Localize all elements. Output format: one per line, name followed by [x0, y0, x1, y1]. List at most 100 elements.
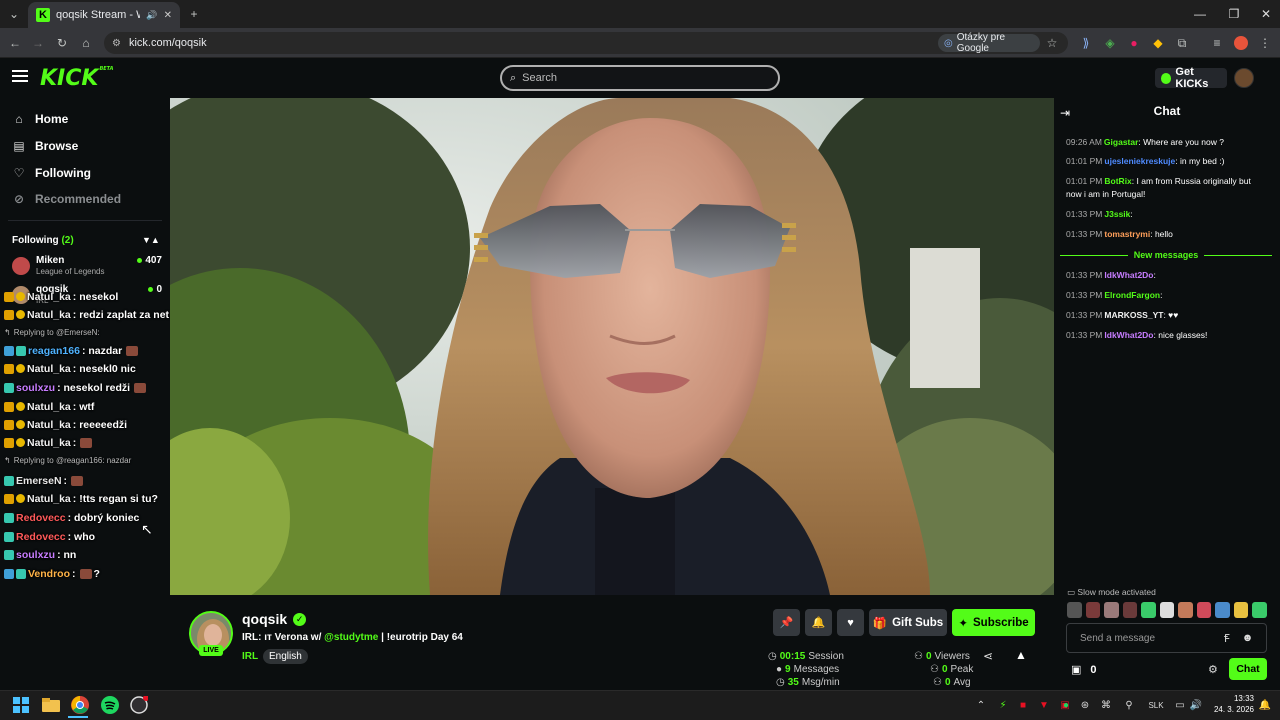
google-lens-pill[interactable]: ◎ Otázky pre Google: [938, 32, 1040, 54]
browser-tab-active[interactable]: K qoqsik Stream - Watch Live 🔊 ✕: [28, 2, 180, 28]
send-chat-button[interactable]: Chat: [1229, 658, 1267, 680]
overlay-chat-user[interactable]: soulxzu: [16, 382, 55, 394]
get-kicks-button[interactable]: Get KICKs: [1155, 66, 1227, 90]
overlay-chat-user[interactable]: Redovecc: [16, 512, 66, 524]
emote-slot[interactable]: [1141, 602, 1156, 618]
bookmark-star-icon[interactable]: ☆: [1043, 34, 1061, 52]
language-tag[interactable]: English: [263, 649, 308, 664]
overlay-chat-user[interactable]: Vendroo: [28, 568, 70, 580]
overlay-chat-user[interactable]: Natul_ka: [27, 437, 71, 449]
emote-slot[interactable]: [1085, 602, 1101, 618]
channel-miken[interactable]: Miken League of Legends 407: [12, 255, 162, 281]
tray-network-icon[interactable]: ▭: [1174, 695, 1186, 715]
stream-title-mention[interactable]: @studytme: [324, 632, 378, 643]
chat-username[interactable]: J3ssik: [1104, 209, 1130, 219]
chat-username[interactable]: tomastrymi: [1104, 229, 1150, 239]
tray-language[interactable]: SLK: [1145, 695, 1167, 715]
emoji-icon[interactable]: ☻: [1242, 632, 1254, 644]
hamburger-menu-icon[interactable]: [12, 70, 28, 82]
overlay-chat-user[interactable]: Natul_ka: [27, 309, 71, 321]
browser-menu-icon[interactable]: ⋮: [1256, 34, 1274, 52]
tray-volume-icon[interactable]: 🔊: [1190, 695, 1202, 715]
extension-icon-4[interactable]: ◆: [1149, 34, 1167, 52]
tray-kick-icon[interactable]: ⚡: [997, 695, 1009, 715]
follow-button[interactable]: ♥: [837, 609, 864, 636]
chat-username[interactable]: IdkWhat2Do: [1104, 270, 1153, 280]
minimize-button[interactable]: —: [1182, 0, 1218, 28]
tray-vpn-icon[interactable]: ▼: [1038, 695, 1050, 715]
overlay-chat-user[interactable]: reagan166: [28, 345, 80, 357]
profile-icon[interactable]: [1232, 34, 1250, 52]
chat-username[interactable]: ElrondFargon: [1104, 290, 1160, 300]
video-player[interactable]: [170, 98, 1054, 595]
chat-settings-icon[interactable]: ⚙: [1208, 663, 1218, 676]
emote-slot[interactable]: [1159, 602, 1175, 618]
search-bar[interactable]: ⌕: [500, 65, 780, 91]
extension-icon-3[interactable]: ●: [1125, 34, 1143, 52]
notification-bell-icon[interactable]: 🔔: [1258, 695, 1272, 715]
chat-username[interactable]: BotRix: [1104, 176, 1131, 186]
forward-icon[interactable]: →: [29, 34, 47, 52]
tab-close-icon[interactable]: ✕: [164, 10, 172, 21]
reading-list-icon[interactable]: ≡: [1208, 34, 1226, 52]
chat-username[interactable]: MARKOSS_YT: [1104, 310, 1163, 320]
emote-slot[interactable]: [1233, 602, 1249, 618]
search-input[interactable]: [522, 72, 753, 84]
share-icon[interactable]: ⋖: [983, 649, 993, 663]
report-icon[interactable]: ▲: [1015, 648, 1027, 662]
tab-search-icon[interactable]: ⌄: [5, 5, 23, 23]
chat-username[interactable]: Gigastar: [1104, 137, 1139, 147]
nav-following[interactable]: ♡ Following: [12, 163, 91, 183]
obs-icon[interactable]: [128, 694, 150, 716]
tray-mic-icon[interactable]: ⚲: [1123, 695, 1135, 715]
following-sort-icon[interactable]: ▼▲: [142, 235, 160, 245]
emote-slot[interactable]: [1252, 602, 1268, 618]
gift-subs-button[interactable]: 🎁 Gift Subs: [869, 609, 947, 636]
speaker-icon[interactable]: 🔊: [146, 10, 157, 21]
pin-button[interactable]: 📌: [773, 609, 800, 636]
back-icon[interactable]: ←: [6, 34, 24, 52]
file-explorer-icon[interactable]: [40, 694, 62, 716]
user-avatar[interactable]: [1234, 68, 1254, 88]
tray-clock[interactable]: 13:33 24. 3. 2026: [1208, 693, 1254, 715]
site-settings-icon[interactable]: ⚙: [112, 38, 121, 49]
windows-start-icon[interactable]: [10, 694, 32, 716]
overlay-chat-user[interactable]: Natul_ka: [27, 493, 71, 505]
tray-overflow-icon[interactable]: ⌃: [975, 695, 987, 715]
notifications-button[interactable]: 🔔: [805, 609, 832, 636]
tray-spotify-icon[interactable]: ●: [1060, 695, 1072, 715]
extension-icon-1[interactable]: ⟫: [1077, 34, 1095, 52]
overlay-chat-user[interactable]: EmerseN: [16, 475, 62, 487]
kick-logo[interactable]: KICKBETA: [40, 66, 114, 91]
category-link[interactable]: IRL: [242, 651, 258, 662]
tray-app-icon[interactable]: ■: [1017, 695, 1029, 715]
chat-input[interactable]: [1080, 632, 1220, 644]
chat-username[interactable]: ujesleniekreskuje: [1104, 156, 1175, 166]
new-tab-button[interactable]: +: [185, 5, 203, 23]
home-browser-icon[interactable]: ⌂: [77, 34, 95, 52]
emote-slot[interactable]: [1178, 602, 1193, 618]
overlay-chat-user[interactable]: Natul_ka: [27, 291, 71, 303]
chat-username[interactable]: IdkWhat2Do: [1104, 330, 1153, 340]
tray-steam-icon[interactable]: ⊛: [1079, 695, 1091, 715]
nav-recommended[interactable]: ⊘ Recommended: [12, 189, 121, 209]
reload-icon[interactable]: ↻: [53, 34, 71, 52]
extension-icon-2[interactable]: ◈: [1101, 34, 1119, 52]
emote-slot[interactable]: [1215, 602, 1230, 618]
overlay-chat-user[interactable]: Natul_ka: [27, 419, 71, 431]
translate-icon[interactable]: Ꞙ: [1224, 631, 1230, 646]
chat-input-box[interactable]: Ꞙ ☻: [1066, 623, 1267, 653]
address-bar[interactable]: ⚙ kick.com/qoqsik: [104, 32, 1068, 54]
emote-slot[interactable]: [1067, 602, 1082, 618]
maximize-button[interactable]: ❐: [1216, 0, 1252, 28]
subscribe-button[interactable]: ✦ Subscribe: [952, 609, 1035, 636]
nav-browse[interactable]: ▤ Browse: [12, 136, 78, 156]
overlay-chat-user[interactable]: Natul_ka: [27, 363, 71, 375]
overlay-chat-user[interactable]: Redovecc: [16, 531, 66, 543]
kicks-balance[interactable]: ▣ 0: [1071, 663, 1097, 677]
window-close-button[interactable]: ✕: [1248, 0, 1280, 28]
overlay-chat-user[interactable]: Natul_ka: [27, 401, 71, 413]
extensions-puzzle-icon[interactable]: ⧉: [1173, 34, 1191, 52]
emote-slot[interactable]: [1104, 602, 1119, 618]
tray-bluetooth-icon[interactable]: ⌘: [1100, 695, 1112, 715]
